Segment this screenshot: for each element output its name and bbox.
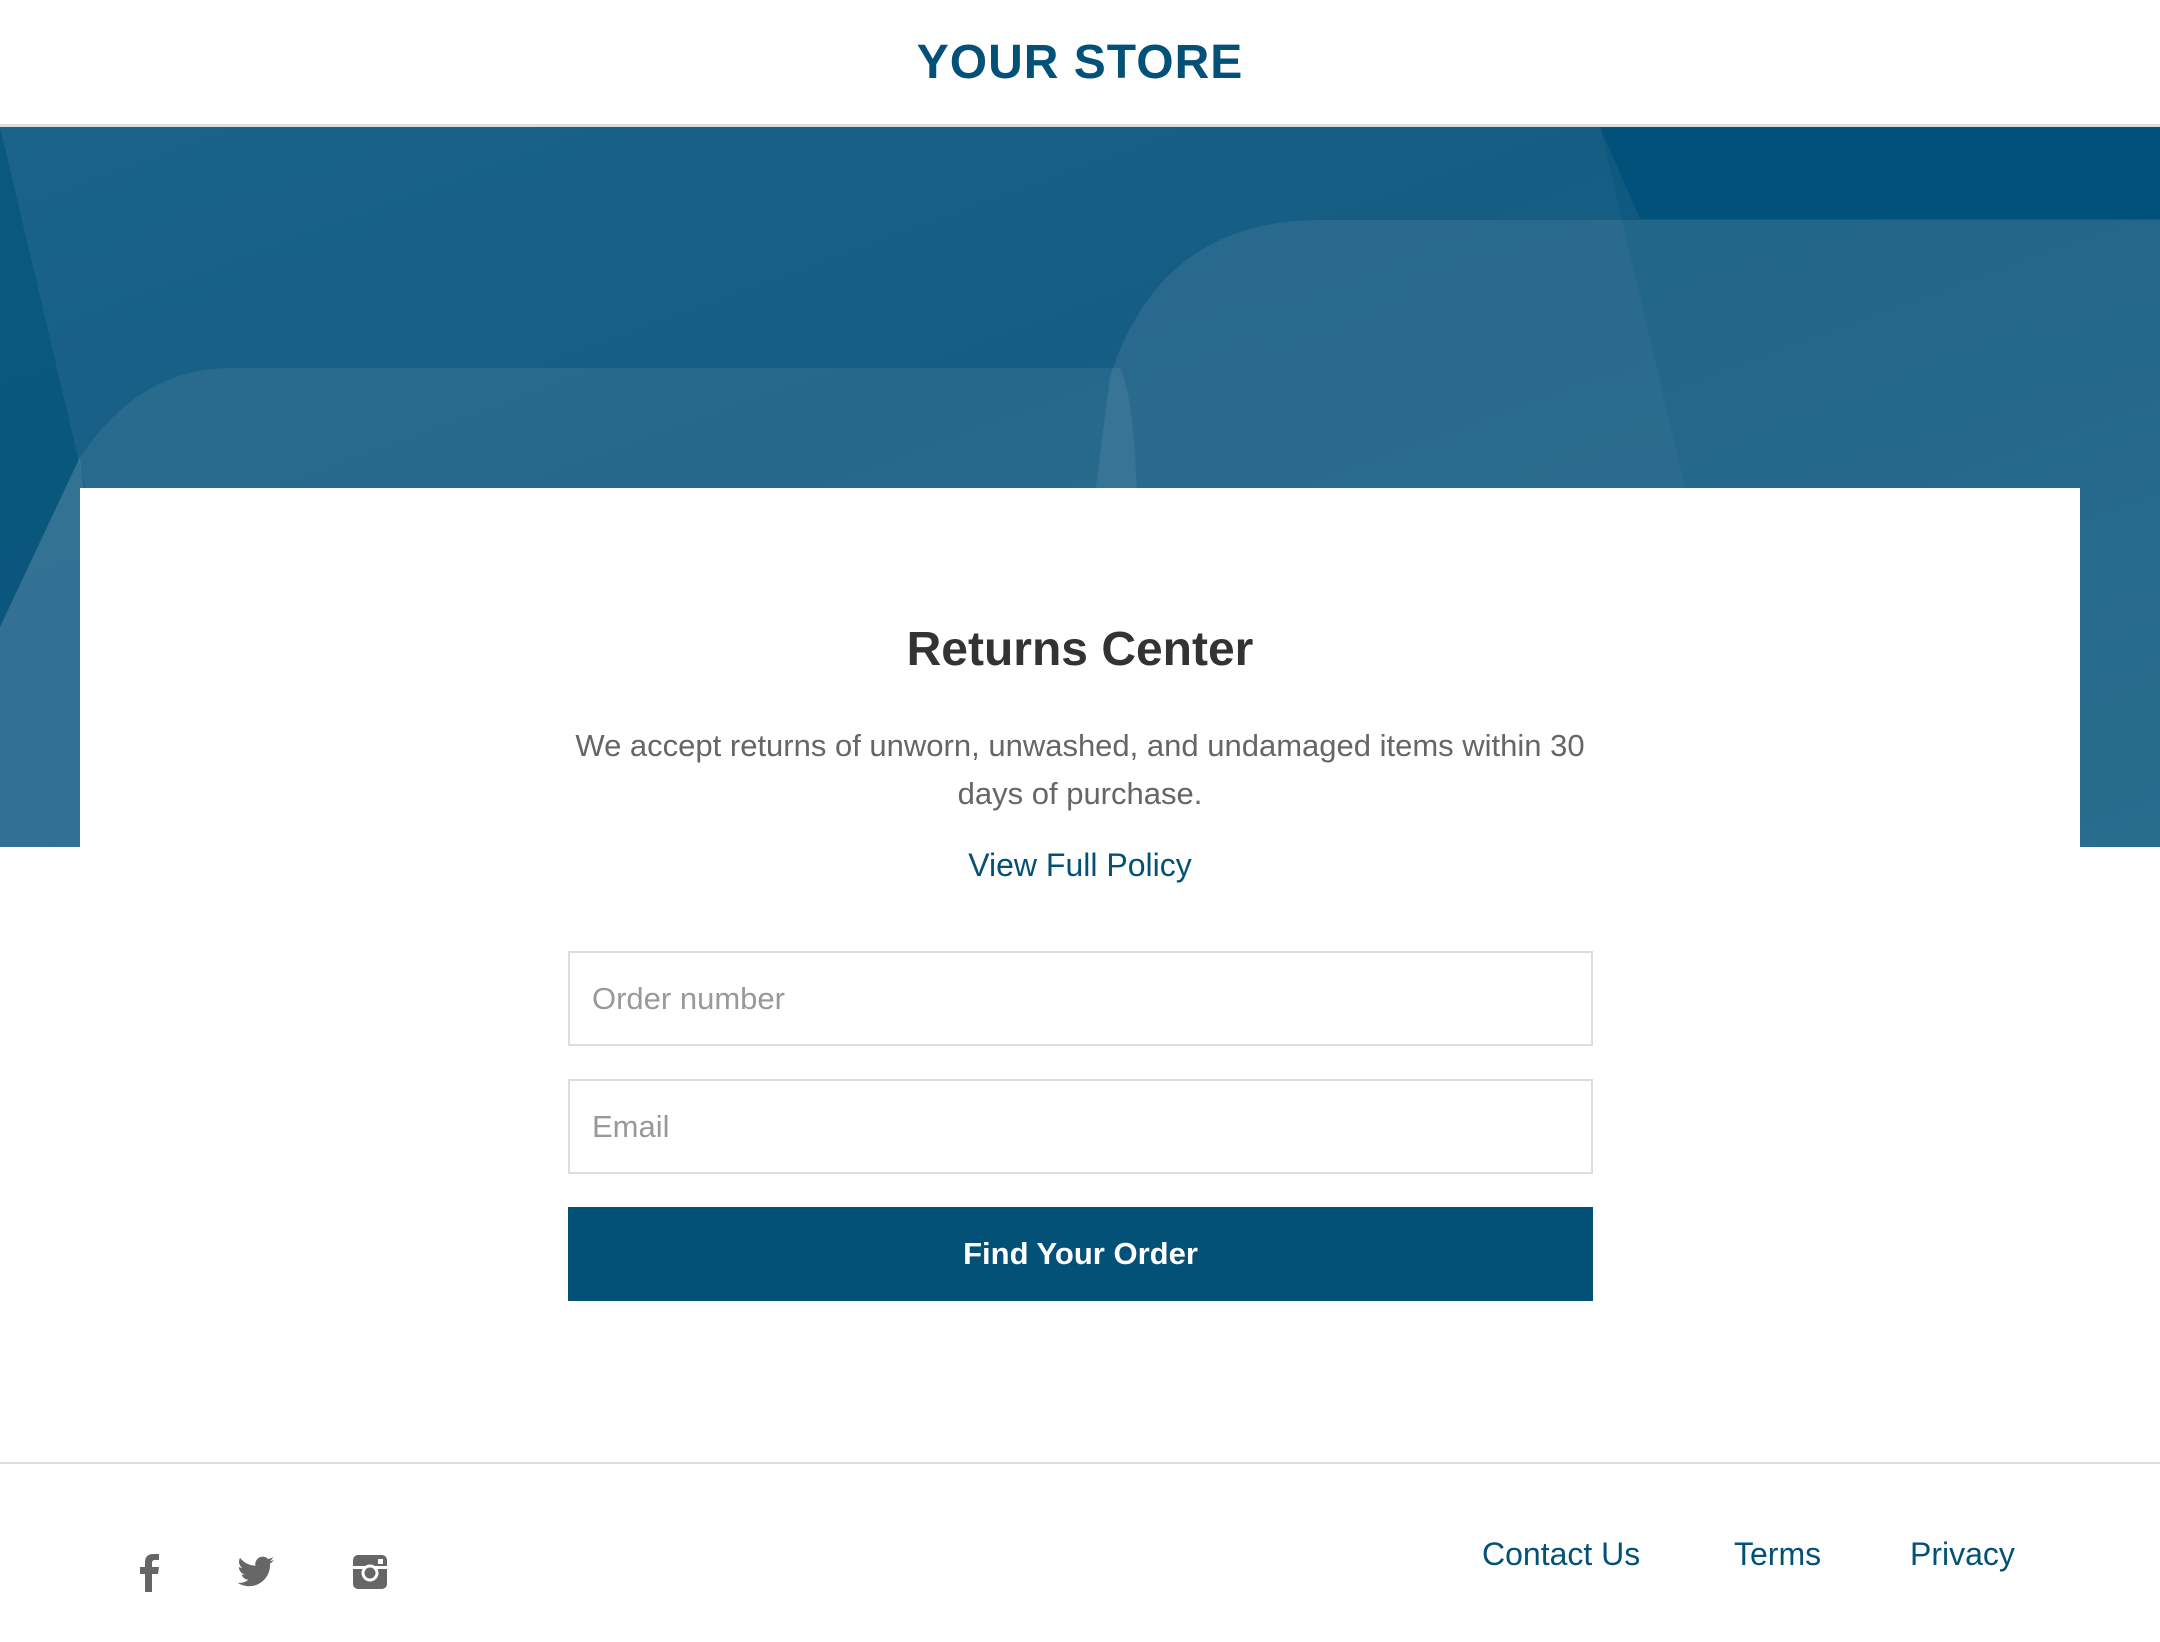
store-logo[interactable]: YOUR STORE bbox=[917, 35, 1244, 90]
page-title: Returns Center bbox=[906, 623, 1254, 676]
footer-link-terms[interactable]: Terms bbox=[1734, 1536, 1821, 1573]
email-input[interactable] bbox=[568, 1079, 1593, 1174]
find-order-button[interactable]: Find Your Order bbox=[568, 1207, 1593, 1301]
policy-description: We accept returns of unworn, unwashed, a… bbox=[575, 728, 1585, 811]
site-footer: Contact Us Terms Privacy bbox=[0, 1462, 2160, 1642]
instagram-icon[interactable] bbox=[350, 1552, 390, 1592]
footer-link-contact[interactable]: Contact Us bbox=[1482, 1536, 1640, 1573]
twitter-icon[interactable] bbox=[236, 1552, 276, 1592]
view-policy-link[interactable]: View Full Policy bbox=[0, 847, 2160, 884]
order-number-input[interactable] bbox=[568, 951, 1593, 1046]
facebook-icon[interactable] bbox=[130, 1552, 170, 1592]
footer-link-privacy[interactable]: Privacy bbox=[1910, 1536, 2015, 1573]
site-header: YOUR STORE bbox=[0, 0, 2160, 127]
